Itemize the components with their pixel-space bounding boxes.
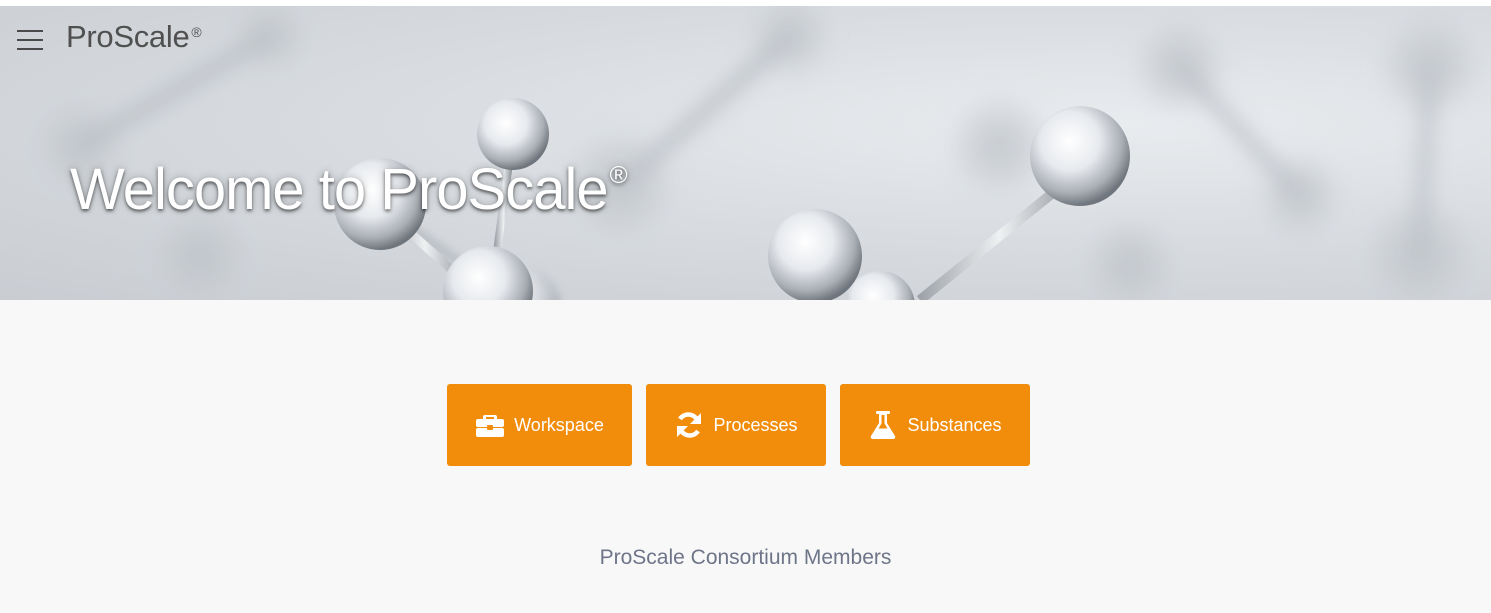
hero-registered-mark: ® [609,162,628,190]
consortium-members-heading: ProScale Consortium Members [599,546,892,569]
hamburger-menu-icon[interactable] [17,28,43,50]
flask-icon [868,410,898,440]
top-bar: ProScale ® [0,6,1491,66]
hero-title-text: Welcome to ProScale [70,157,609,222]
substances-button[interactable]: Substances [840,384,1030,466]
briefcase-icon [475,410,505,440]
substances-button-label: Substances [907,414,1002,435]
workspace-button[interactable]: Workspace [447,384,632,466]
main-nav-buttons: Workspace Processes Substances [0,384,1491,466]
processes-button[interactable]: Processes [646,384,826,466]
brand-name: ProScale [66,19,190,54]
brand-registered-mark: ® [191,23,202,40]
hero-title: Welcome to ProScale® [70,156,628,223]
refresh-icon [674,410,704,440]
brand-logo[interactable]: ProScale ® [66,19,202,55]
workspace-button-label: Workspace [514,414,604,435]
processes-button-label: Processes [713,414,798,435]
page: Welcome to ProScale® ProScale ® Workspace [0,0,1491,613]
